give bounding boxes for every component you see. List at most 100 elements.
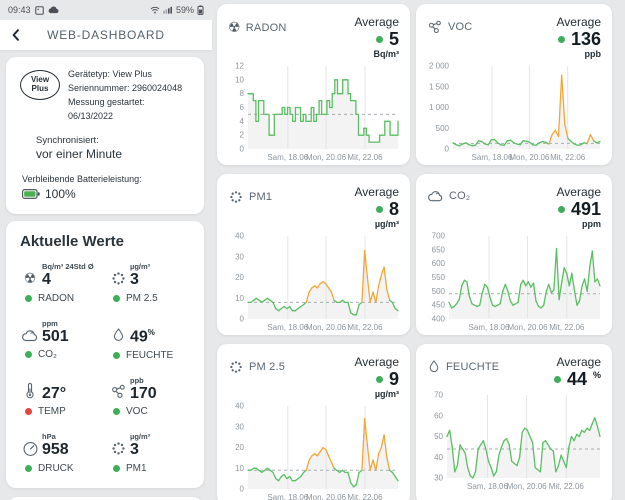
radon-chart-card[interactable]: ☢ RADON Average 5 Bq/m³ Sam, 18.06 Mon, 20…: [217, 4, 410, 165]
radon-icon: ☢: [228, 19, 241, 35]
device-battery: Verbleibende Batterieleistung: 100%: [22, 173, 142, 201]
molecule-icon: [108, 383, 128, 400]
svg-text:Mon, 20.06: Mon, 20.06: [306, 153, 347, 162]
svg-text:Mit, 22.06: Mit, 22.06: [550, 153, 586, 162]
battery-icon: [22, 188, 40, 199]
average-readout: Average 9 µg/m³: [354, 355, 399, 399]
svg-text:Mon, 20.06: Mon, 20.06: [306, 493, 347, 500]
device-badge: View Plus: [20, 70, 60, 100]
svg-text:2: 2: [240, 131, 245, 140]
svg-text:Mit, 22.06: Mit, 22.06: [549, 482, 585, 491]
svg-text:12: 12: [235, 62, 244, 71]
svg-text:0: 0: [445, 145, 450, 154]
svg-text:50: 50: [434, 432, 443, 441]
pm1-chart: Sam, 18.06 Mon, 20.06 Mit, 22.06 0 10 20 30 40: [224, 230, 403, 334]
svg-text:10: 10: [235, 464, 244, 473]
metric-pm1: µg/m³ 3 PM1: [108, 432, 192, 474]
average-readout: Average 8 µg/m³: [354, 185, 399, 229]
svg-text:4: 4: [240, 117, 245, 126]
molecule-icon: [427, 19, 443, 35]
svg-text:Mon, 20.06: Mon, 20.06: [509, 153, 550, 162]
back-chevron-icon: [12, 29, 19, 41]
status-dot: [375, 205, 383, 213]
device-type: Gerätetyp: View Plus: [68, 69, 152, 79]
svg-text:Mit, 22.06: Mit, 22.06: [347, 323, 383, 332]
status-dot: [557, 35, 565, 43]
chart-column-1: ☢ RADON Average 5 Bq/m³ Sam, 18.06 Mon, 20…: [212, 0, 412, 500]
app-bar: WEB-DASHBOARD: [0, 20, 212, 50]
voc-chart-card[interactable]: VOC Average 136 ppb Sam, 18.06 Mon, 20.06…: [416, 4, 612, 165]
humidity-chart-card[interactable]: FEUCHTE Average 44% Sam, 18.06 Mon, 20.06…: [416, 344, 612, 500]
svg-text:0: 0: [240, 315, 245, 324]
status-battery-percent: 59%: [175, 5, 194, 15]
svg-text:700: 700: [432, 232, 446, 241]
pm25-chart: Sam, 18.06 Mon, 20.06 Mit, 22.06 0 10 20 30 40: [224, 400, 403, 500]
device-card: View Plus Gerätetyp: View Plus Seriennum…: [6, 57, 204, 214]
battery-value: 100%: [45, 186, 76, 201]
particles-icon: [108, 270, 128, 287]
page-title: WEB-DASHBOARD: [47, 28, 165, 42]
status-dot: [113, 408, 120, 416]
svg-text:Sam, 18.06: Sam, 18.06: [267, 153, 308, 162]
svg-text:60: 60: [434, 411, 443, 420]
metric-pm25: µg/m³ 3 PM 2.5: [108, 262, 192, 304]
status-dot: [113, 351, 120, 359]
svg-text:450: 450: [432, 301, 446, 310]
humidity-chart: Sam, 18.06 Mon, 20.06 Mit, 22.06 30 40 50 60 70: [423, 389, 605, 493]
gauge-icon: [20, 440, 40, 457]
current-values-card: Aktuelle Werte ☢ Bq/m³ 24Std Ø 4 RADON µ…: [6, 220, 204, 489]
device-start-date: Messung gestartet: 06/13/2022: [68, 96, 145, 121]
app-panel: 09:43 59% WEB-DASHBOARD View Plus Geräte…: [0, 0, 212, 500]
svg-text:Sam, 18.06: Sam, 18.06: [472, 153, 513, 162]
svg-text:600: 600: [432, 259, 446, 268]
svg-text:650: 650: [432, 245, 446, 254]
pm25-chart-card[interactable]: PM 2.5 Average 9 µg/m³ Sam, 18.06 Mon, 20…: [217, 344, 410, 500]
status-dot: [553, 375, 561, 383]
svg-text:30: 30: [434, 474, 443, 483]
svg-text:0: 0: [240, 145, 245, 154]
voc-chart: Sam, 18.06 Mon, 20.06 Mit, 22.06 0 500 1 000 1…: [423, 60, 605, 164]
co2-chart-card[interactable]: CO₂ Average 491 ppm Sam, 18.06 Mon, 20.06…: [416, 174, 612, 335]
svg-text:Mon, 20.06: Mon, 20.06: [507, 482, 548, 491]
app-root: 09:43 59% WEB-DASHBOARD View Plus Geräte…: [0, 0, 625, 500]
cell-signal-icon: [163, 6, 172, 14]
device-info: Gerätetyp: View Plus Seriennummer: 29600…: [68, 68, 192, 124]
svg-text:400: 400: [432, 315, 446, 324]
svg-text:Sam, 18.06: Sam, 18.06: [267, 323, 308, 332]
svg-text:40: 40: [434, 453, 443, 462]
particles-icon: [108, 440, 128, 457]
sync-status: Synchronisiert: vor einer Minute: [36, 134, 123, 161]
thermometer-icon: [20, 382, 40, 400]
svg-text:Mon, 20.06: Mon, 20.06: [306, 323, 347, 332]
current-values-title: Aktuelle Werte: [20, 232, 124, 250]
back-button[interactable]: [0, 27, 32, 43]
status-dot: [375, 35, 383, 43]
droplet-icon: [108, 327, 128, 344]
particles-icon: [228, 189, 244, 205]
svg-text:10: 10: [235, 294, 244, 303]
cloud-notification-icon: [48, 6, 59, 14]
average-readout: Average 5 Bq/m³: [354, 15, 399, 59]
co2-chart: Sam, 18.06 Mon, 20.06 Mit, 22.06 400 450 500 5…: [423, 230, 605, 334]
svg-text:20: 20: [235, 443, 244, 452]
svg-text:500: 500: [436, 124, 450, 133]
metric-voc: ppb 170 VOC: [108, 376, 192, 417]
metric-pressure: hPa 958 DRUCK: [20, 432, 104, 474]
svg-text:20: 20: [235, 273, 244, 282]
svg-text:Sam, 18.06: Sam, 18.06: [267, 493, 308, 500]
status-bar: 09:43 59%: [0, 0, 212, 20]
status-dot: [557, 205, 565, 213]
wifi-icon: [150, 6, 160, 14]
svg-text:Mon, 20.06: Mon, 20.06: [507, 323, 548, 332]
svg-text:10: 10: [235, 75, 244, 84]
svg-text:8: 8: [240, 89, 245, 98]
chart-column-2: VOC Average 136 ppb Sam, 18.06 Mon, 20.06…: [412, 0, 619, 500]
svg-text:70: 70: [434, 391, 443, 400]
metric-radon: ☢ Bq/m³ 24Std Ø 4 RADON: [20, 262, 104, 304]
pm1-chart-card[interactable]: PM1 Average 8 µg/m³ Sam, 18.06 Mon, 20.06…: [217, 174, 410, 335]
cloud-icon: [20, 328, 40, 343]
screenshot-icon: [34, 5, 44, 15]
svg-text:Sam, 18.06: Sam, 18.06: [467, 482, 508, 491]
svg-text:40: 40: [235, 232, 244, 241]
status-dot: [25, 408, 32, 416]
